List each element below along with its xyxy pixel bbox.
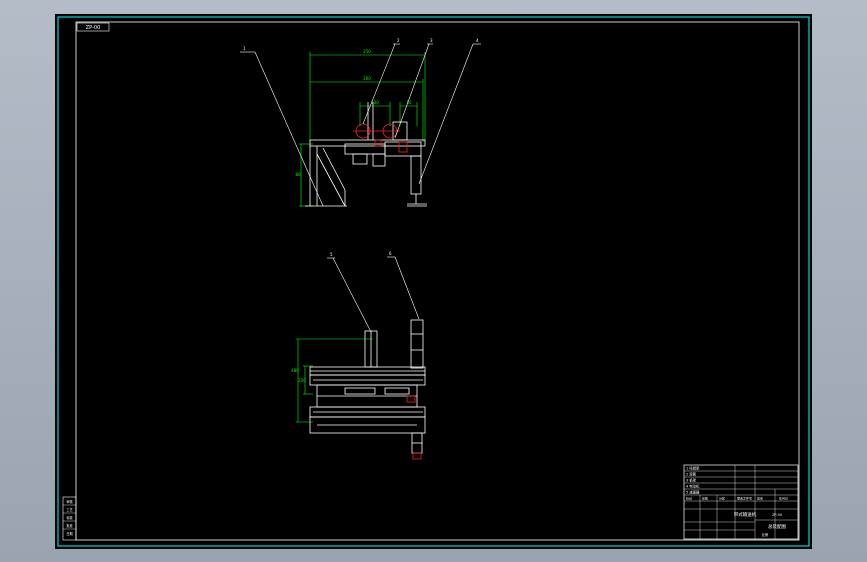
- front-dim-label: 80: [295, 172, 301, 177]
- header-cell: 更改文件号: [737, 496, 752, 501]
- parts-list-row: 2 滚筒: [686, 472, 697, 477]
- header-cell: 签名: [757, 496, 763, 501]
- header-cell: 分区: [719, 496, 725, 501]
- corner-stamp-text: ZP-00: [86, 25, 101, 31]
- top-leader-label: 6: [389, 251, 392, 256]
- top-highlight: [406, 395, 422, 460]
- corner-stamp: ZP-00: [76, 22, 110, 32]
- front-dim-label: 250: [363, 49, 371, 54]
- scale-label: 比例: [762, 532, 768, 537]
- cad-drawing-canvas[interactable]: ZP-00 审核 工艺 标准 批准 日期 250 200 100 50 80 1…: [55, 14, 812, 549]
- top-dimension-lines: [296, 338, 373, 423]
- inner-border: [75, 21, 800, 541]
- project-title: 带式输送机: [734, 511, 757, 518]
- front-leader-label: 1: [243, 46, 246, 51]
- top-leader-lines: [327, 256, 420, 333]
- header-cell: 标记: [686, 496, 692, 501]
- side-table: 审核 工艺 标准 批准 日期: [62, 496, 77, 541]
- drawing-sheet[interactable]: ZP-00 审核 工艺 标准 批准 日期 250 200 100 50 80 1…: [55, 14, 812, 549]
- front-view[interactable]: 250 200 100 50 80 1 2 3 4: [240, 38, 481, 207]
- top-dim-label: 350: [298, 378, 306, 383]
- front-leader-label: 2: [397, 38, 400, 43]
- front-roller-highlights: [353, 123, 408, 153]
- side-table-row: 标准: [66, 515, 73, 520]
- top-view[interactable]: 480 350 5 6: [291, 251, 426, 460]
- top-dim-label: 480: [291, 368, 299, 373]
- parts-list-row: 4 电动机: [686, 484, 700, 489]
- header-cell: 处数: [702, 496, 708, 501]
- front-leader-label: 4: [476, 38, 479, 43]
- top-frame-geometry: [309, 319, 426, 454]
- front-leader-label: 3: [430, 38, 433, 43]
- front-frame-geometry: [305, 102, 427, 207]
- parts-list-row: 5 减速器: [686, 490, 700, 495]
- drawing-name: 总装配图: [768, 523, 786, 530]
- side-table-row: 批准: [66, 523, 73, 528]
- top-leader-label: 5: [330, 252, 333, 257]
- title-block[interactable]: 1 托辊架 2 滚筒 3 机架 4 电动机 5 减速器 标记 处数 分区 更改文…: [683, 464, 799, 540]
- parts-list-row: 3 机架: [686, 478, 697, 483]
- front-leader-lines: [240, 43, 481, 207]
- parts-list-row: 1 托辊架: [686, 466, 700, 471]
- header-cell: 年月日: [779, 496, 788, 501]
- front-dimension-lines: [299, 52, 426, 207]
- side-table-row: 工艺: [66, 507, 72, 512]
- drawing-number: ZP-00: [772, 513, 782, 517]
- side-table-row: 审核: [66, 499, 73, 504]
- side-table-row: 日期: [66, 531, 72, 536]
- front-dim-label: 200: [363, 76, 371, 81]
